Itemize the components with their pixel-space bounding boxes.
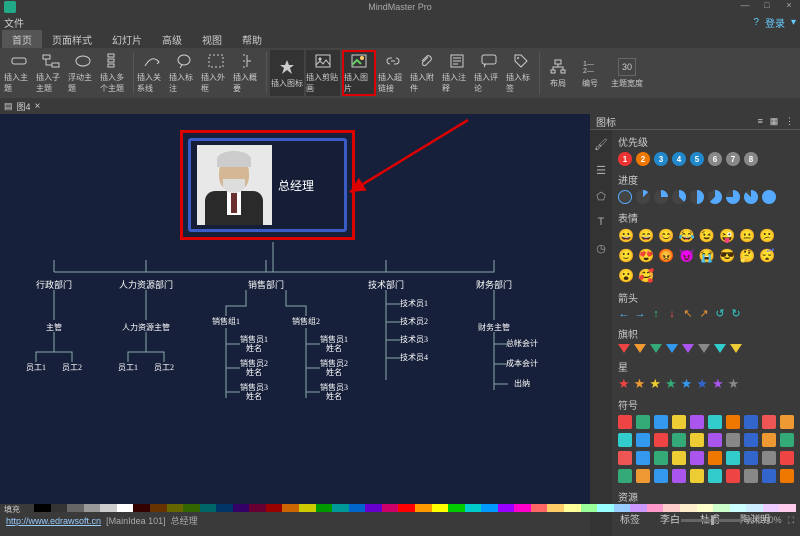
number-button[interactable]: 1—2—编号 (575, 50, 605, 96)
insert-comment-button[interactable]: 插入评论 (474, 50, 504, 96)
priority-icons[interactable]: 12345678 (618, 152, 794, 166)
svg-text:员工1: 员工1 (118, 363, 138, 372)
sidetab-brush-icon[interactable]: 🖌 (593, 136, 609, 152)
app-title: MindMaster Pro (368, 2, 432, 12)
arrow-icons[interactable]: ←→↑↓↖↗↺↻ (618, 308, 794, 320)
svg-text:财务主管: 财务主管 (478, 322, 510, 332)
svg-text:主管: 主管 (46, 322, 62, 332)
svg-text:姓名: 姓名 (326, 343, 342, 353)
tab-slide[interactable]: 幻灯片 (102, 30, 152, 48)
dept-3[interactable]: 技术部门 (368, 279, 404, 290)
svg-text:技术员4: 技术员4 (400, 352, 428, 362)
svg-text:技术员1: 技术员1 (400, 298, 428, 308)
star-icons[interactable]: ★★★★★★★★ (618, 377, 794, 391)
insert-tag-button[interactable]: 插入标签 (506, 50, 536, 96)
login-button[interactable]: 登录 (765, 15, 785, 30)
sidetab-list-icon[interactable]: ☰ (593, 162, 609, 178)
svg-text:销售组2: 销售组2 (292, 316, 320, 326)
tab-advanced[interactable]: 高级 (152, 30, 192, 48)
svg-text:销售员1: 销售员1 (240, 334, 268, 344)
float-topic-button[interactable]: 浮动主题 (68, 50, 98, 96)
insert-summary-button[interactable]: 插入概要 (233, 50, 263, 96)
svg-text:姓名: 姓名 (246, 343, 262, 353)
dept-4[interactable]: 财务部门 (476, 279, 512, 290)
close-button[interactable]: × (778, 0, 800, 10)
tab-style[interactable]: 页面样式 (42, 30, 102, 48)
svg-text:销售员1: 销售员1 (320, 334, 348, 344)
insert-link-button[interactable]: 插入超链接 (378, 50, 408, 96)
panel-more-icon[interactable]: ⋮ (785, 116, 794, 126)
insert-attach-button[interactable]: 插入附件 (410, 50, 440, 96)
symbol-icons[interactable] (618, 415, 794, 483)
svg-text:姓名: 姓名 (246, 367, 262, 377)
svg-text:技术员2: 技术员2 (400, 316, 428, 326)
insert-mark-button[interactable]: 插入标注 (169, 50, 199, 96)
tab-home[interactable]: 首页 (2, 30, 42, 48)
insert-image-button[interactable]: 插入图片 (342, 50, 376, 96)
status-url[interactable]: http://www.edrawsoft.cn (6, 516, 101, 526)
canvas[interactable]: 行政部门 人力资源部门 销售部门 技术部门 财务部门 主管 员工1 员工2 人力… (0, 114, 590, 504)
svg-text:姓名: 姓名 (326, 367, 342, 377)
multi-topic-button[interactable]: 插入多个主题 (100, 50, 130, 96)
panel-title: 图标 (596, 114, 616, 129)
tab-help[interactable]: 帮助 (232, 30, 272, 48)
root-label: 总经理 (278, 177, 314, 194)
color-strip[interactable]: 填充 (0, 504, 800, 512)
menu-file[interactable]: 文件 (4, 15, 24, 30)
width-control[interactable]: 30主题宽度 (607, 50, 647, 96)
svg-text:销售员3: 销售员3 (320, 382, 348, 392)
insert-icon-button[interactable]: 插入图标 (270, 50, 304, 96)
doc-close-button[interactable]: × (35, 101, 41, 112)
panel-grid-icon[interactable]: ▦ (770, 116, 779, 126)
insert-subtopic-button[interactable]: 插入子主题 (36, 50, 66, 96)
layout-button[interactable]: 布局 (543, 50, 573, 96)
svg-text:出纳: 出纳 (514, 378, 530, 388)
status-selection: 总经理 (171, 516, 198, 526)
progress-icons[interactable] (618, 190, 794, 204)
svg-text:2—: 2— (583, 68, 594, 75)
status-idea: [MainIdea 101] (106, 516, 166, 526)
root-photo (197, 145, 272, 225)
svg-text:总帐会计: 总帐会计 (506, 338, 538, 348)
dept-2[interactable]: 销售部门 (248, 279, 284, 290)
svg-text:销售员2: 销售员2 (240, 358, 268, 368)
zoom-slider[interactable] (681, 519, 741, 522)
svg-text:销售员3: 销售员3 (240, 382, 268, 392)
svg-text:姓名: 姓名 (326, 391, 342, 401)
doc-name[interactable]: 图4 (17, 100, 31, 113)
svg-text:1—: 1— (583, 61, 594, 68)
svg-text:人力资源主管: 人力资源主管 (122, 322, 170, 332)
svg-text:员工1: 员工1 (26, 363, 46, 372)
svg-text:销售员2: 销售员2 (320, 358, 348, 368)
app-icon (4, 1, 16, 13)
root-node[interactable]: 总经理 (180, 130, 355, 240)
insert-note-button[interactable]: 插入注释 (442, 50, 472, 96)
doc-icon: ▤ (4, 101, 13, 112)
sidetab-text-icon[interactable]: T (593, 214, 609, 230)
svg-text:员工2: 员工2 (154, 363, 174, 372)
dept-1[interactable]: 人力资源部门 (119, 279, 173, 290)
svg-text:销售组1: 销售组1 (212, 316, 240, 326)
insert-clipart-button[interactable]: 插入剪贴画 (306, 50, 340, 96)
minimize-button[interactable]: — (734, 0, 756, 10)
maximize-button[interactable]: □ (756, 0, 778, 10)
svg-text:姓名: 姓名 (246, 391, 262, 401)
panel-view-icon[interactable]: ≡ (758, 116, 763, 126)
flag-icons[interactable] (618, 344, 794, 353)
dropdown-icon[interactable]: ▾ (791, 17, 796, 28)
help-button[interactable]: ? (753, 17, 759, 28)
sidetab-shape-icon[interactable]: ⬠ (593, 188, 609, 204)
insert-relation-button[interactable]: 插入关系线 (137, 50, 167, 96)
svg-text:技术员3: 技术员3 (400, 334, 428, 344)
svg-text:成本会计: 成本会计 (506, 358, 538, 368)
insert-border-button[interactable]: 插入外框 (201, 50, 231, 96)
emoji-icons[interactable]: 😀😄😊😂😉😜😐😕🙂 😍😡😈😭😎🤔😴😮🥰 (618, 228, 794, 284)
dept-0[interactable]: 行政部门 (36, 279, 72, 290)
tab-view[interactable]: 视图 (192, 30, 232, 48)
svg-text:员工2: 员工2 (62, 363, 82, 372)
insert-topic-button[interactable]: 插入主题 (4, 50, 34, 96)
sidetab-clock-icon[interactable]: ◷ (593, 240, 609, 256)
